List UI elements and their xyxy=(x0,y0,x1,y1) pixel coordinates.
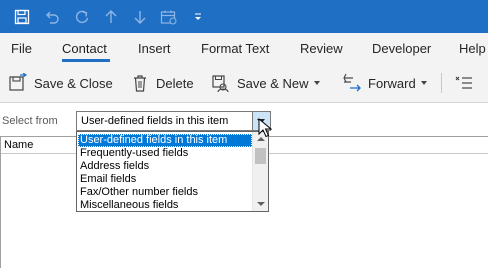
save-new-label: Save & New xyxy=(237,75,309,91)
redo-icon[interactable] xyxy=(68,0,96,33)
ribbon-separator xyxy=(441,73,442,93)
delete-label: Delete xyxy=(156,75,194,91)
select-from-value: User-defined fields in this item xyxy=(81,115,229,127)
customize-qat-icon[interactable] xyxy=(184,0,212,33)
tab-insert[interactable]: Insert xyxy=(138,41,171,56)
save-close-label: Save & Close xyxy=(34,75,113,91)
save-new-dropdown-icon[interactable] xyxy=(313,81,320,85)
forward-label: Forward xyxy=(368,75,416,91)
trash-icon xyxy=(130,73,150,93)
forward-icon xyxy=(342,73,362,93)
mouse-cursor-icon xyxy=(258,118,272,138)
save-new-button[interactable]: Save & New xyxy=(211,71,320,95)
active-tab-indicator xyxy=(62,59,110,62)
up-icon[interactable] xyxy=(97,0,125,33)
dropdown-option[interactable]: Miscellaneous fields xyxy=(78,199,252,212)
field-list-border xyxy=(0,136,1,268)
overflow-command[interactable] xyxy=(454,71,480,95)
save-icon[interactable] xyxy=(8,0,36,33)
tab-help[interactable]: Help xyxy=(459,41,486,56)
select-from-label: Select from xyxy=(2,115,58,127)
scroll-down-icon[interactable] xyxy=(257,202,265,206)
tab-developer[interactable]: Developer xyxy=(372,41,431,56)
delete-button[interactable]: Delete xyxy=(130,71,194,95)
ribbon-tabs: File Contact Insert Format Text Review D… xyxy=(0,33,488,63)
dropdown-option[interactable]: Email fields xyxy=(78,173,252,186)
list-icon xyxy=(454,73,474,93)
select-from-dropdown-list: User-defined fields in this item Frequen… xyxy=(76,131,269,212)
tab-format-text[interactable]: Format Text xyxy=(201,41,269,56)
forward-dropdown-icon[interactable] xyxy=(420,81,427,85)
save-close-icon xyxy=(8,73,28,93)
select-from-combobox[interactable]: User-defined fields in this item xyxy=(76,111,271,131)
title-bar xyxy=(0,0,488,33)
forward-button[interactable]: Forward xyxy=(342,71,427,95)
tab-file[interactable]: File xyxy=(11,41,32,56)
calendar-icon[interactable] xyxy=(155,0,183,33)
dropdown-option[interactable]: User-defined fields in this item xyxy=(78,134,252,147)
tab-contact[interactable]: Contact xyxy=(62,41,107,56)
save-new-icon xyxy=(211,73,231,93)
dropdown-option[interactable]: Address fields xyxy=(78,160,252,173)
scroll-thumb[interactable] xyxy=(255,148,266,164)
dropdown-option[interactable]: Fax/Other number fields xyxy=(78,186,252,199)
undo-icon[interactable] xyxy=(38,0,66,33)
ribbon-commands: Save & Close Delete Save & New Forward xyxy=(0,63,488,103)
column-header-name[interactable]: Name xyxy=(4,139,33,151)
down-icon[interactable] xyxy=(126,0,154,33)
tab-review[interactable]: Review xyxy=(300,41,343,56)
dropdown-scrollbar[interactable] xyxy=(252,132,268,211)
save-close-button[interactable]: Save & Close xyxy=(8,71,113,95)
dropdown-option[interactable]: Frequently-used fields xyxy=(78,147,252,160)
